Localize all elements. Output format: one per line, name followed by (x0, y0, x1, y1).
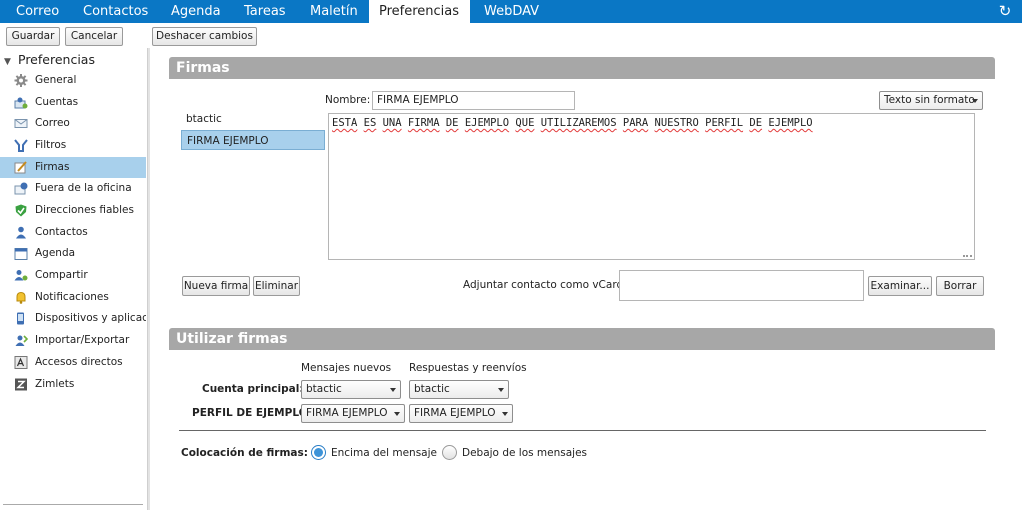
save-button[interactable]: Guardar (6, 27, 60, 46)
sidebar-item-firmas[interactable]: Firmas (0, 157, 146, 178)
profile-new-select[interactable]: FIRMA EJEMPLO (301, 404, 405, 423)
column-header-new-messages: Mensajes nuevos (301, 362, 392, 374)
contact-icon (16, 226, 26, 239)
envelope-icon (14, 119, 28, 128)
signature-icon (14, 161, 27, 174)
placement-below-radio[interactable] (442, 445, 457, 460)
new-signature-button[interactable]: Nueva firma (182, 276, 250, 296)
sidebar-item-dispositivos[interactable]: Dispositivos y aplicaciones (0, 308, 146, 329)
sidebar-item-compartir[interactable]: Compartir (0, 265, 146, 286)
placement-above-radio[interactable] (311, 445, 326, 460)
sidebar-item-zimlets[interactable]: Zimlets (0, 374, 146, 395)
chevron-down-icon (498, 388, 504, 392)
calendar-icon (14, 248, 28, 260)
section-firmas-header: Firmas (169, 57, 995, 79)
undo-changes-button[interactable]: Deshacer cambios (152, 27, 257, 46)
name-label: Nombre: (325, 94, 371, 106)
shield-icon (15, 204, 27, 217)
sidebar-item-contactos[interactable]: Contactos (0, 222, 146, 243)
zimlet-icon (15, 378, 27, 391)
tab-preferencias[interactable]: Preferencias (369, 0, 470, 23)
tab-maletin[interactable]: Maletín (300, 0, 368, 23)
chevron-down-icon (390, 388, 396, 392)
gear-icon (14, 74, 28, 87)
section-divider (179, 430, 986, 431)
column-header-replies: Respuestas y reenvíos (409, 362, 527, 374)
refresh-icon[interactable]: ↻ (998, 3, 1012, 19)
bell-icon (16, 291, 26, 304)
tab-contactos[interactable]: Contactos (73, 0, 158, 23)
profile-reply-select[interactable]: FIRMA EJEMPLO (409, 404, 513, 423)
device-icon (17, 312, 24, 325)
sidebar-item-correo[interactable]: Correo (0, 113, 146, 134)
accounts-icon (14, 97, 28, 109)
clear-vcard-button[interactable]: Borrar (936, 276, 984, 296)
sidebar-item-importar-exportar[interactable]: Importar/Exportar (0, 330, 146, 351)
import-export-icon (15, 335, 28, 346)
delete-signature-button[interactable]: Eliminar (253, 276, 300, 296)
sidebar-header[interactable]: ▼ Preferencias (4, 52, 95, 68)
signature-list-item[interactable]: btactic (181, 109, 325, 129)
sidebar-item-filtros[interactable]: Filtros (0, 135, 146, 156)
tab-webdav[interactable]: WebDAV (474, 0, 549, 23)
signature-list-item[interactable]: FIRMA EJEMPLO (181, 130, 325, 150)
placement-below-label[interactable]: Debajo de los mensajes (462, 447, 587, 459)
sidebar-item-direcciones-fiables[interactable]: Direcciones fiables (0, 200, 146, 221)
signature-name-input[interactable]: FIRMA EJEMPLO (372, 91, 575, 110)
main-account-reply-select[interactable]: btactic (409, 380, 509, 399)
section-utilizar-firmas-header: Utilizar firmas (169, 328, 995, 350)
main-account-new-select[interactable]: btactic (301, 380, 401, 399)
sidebar-item-general[interactable]: General (0, 70, 146, 91)
app-tab-bar: Correo Contactos Agenda Tareas Maletín P… (0, 0, 1022, 23)
chevron-down-icon (972, 99, 978, 103)
cancel-button[interactable]: Cancelar (65, 27, 123, 46)
sidebar-item-notificaciones[interactable]: Notificaciones (0, 287, 146, 308)
vcard-contact-field[interactable] (619, 270, 864, 301)
resize-grip-icon[interactable] (963, 251, 972, 257)
vcard-label: Adjuntar contacto como vCard: (463, 279, 627, 291)
row-label-profile: PERFIL DE EJEMPLO: (192, 407, 312, 419)
format-select[interactable]: Texto sin formato (879, 91, 983, 110)
tab-correo[interactable]: Correo (6, 0, 69, 23)
sidebar-footer-divider (3, 504, 143, 505)
chevron-down-icon (502, 412, 508, 416)
row-label-main-account: Cuenta principal: (202, 383, 304, 395)
tab-agenda[interactable]: Agenda (161, 0, 231, 23)
collapse-arrow-icon[interactable]: ▼ (4, 54, 18, 70)
shortcut-icon (14, 356, 28, 369)
filter-icon (14, 139, 28, 152)
sidebar-item-cuentas[interactable]: Cuentas (0, 92, 146, 113)
browse-button[interactable]: Examinar... (868, 276, 932, 296)
sidebar-item-agenda[interactable]: Agenda (0, 243, 146, 264)
share-icon (14, 270, 28, 281)
signature-body-textarea[interactable]: ESTA ES UNA FIRMA DE EJEMPLO QUE UTILIZA… (328, 113, 975, 260)
out-of-office-icon (14, 182, 28, 195)
preferences-sidebar: ▼ Preferencias General Cuentas Correo Fil… (0, 48, 146, 510)
placement-label: Colocación de firmas: (181, 447, 308, 459)
tab-tareas[interactable]: Tareas (234, 0, 296, 23)
sidebar-item-accesos-directos[interactable]: Accesos directos (0, 352, 146, 373)
placement-above-label[interactable]: Encima del mensaje (331, 447, 437, 459)
chevron-down-icon (394, 412, 400, 416)
sidebar-splitter[interactable] (147, 48, 150, 510)
sidebar-item-fuera-oficina[interactable]: Fuera de la oficina (0, 178, 146, 199)
